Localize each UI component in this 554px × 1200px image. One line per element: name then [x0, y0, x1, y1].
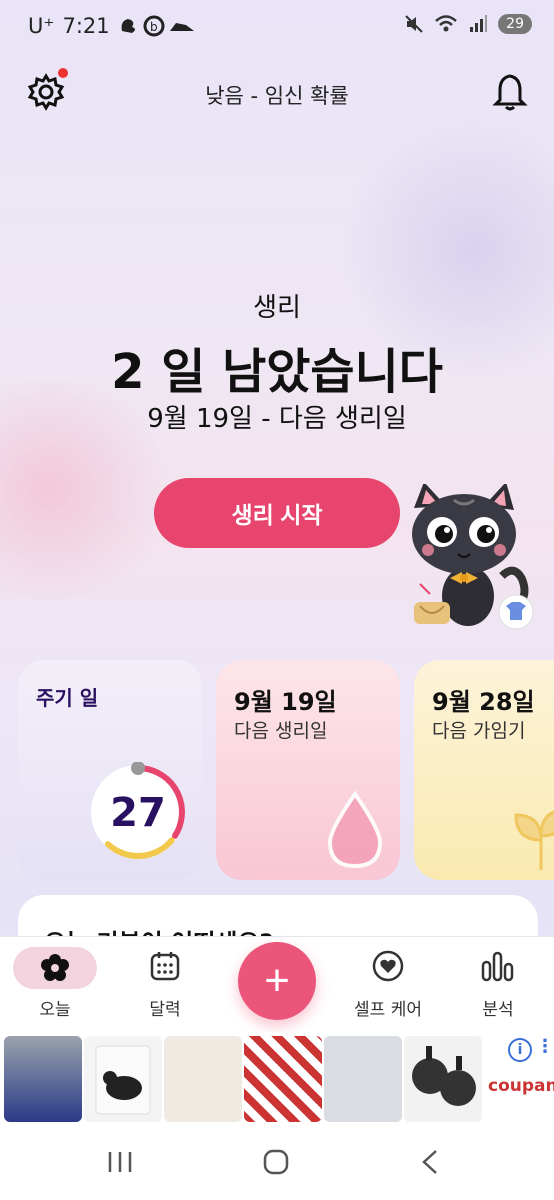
ad-image-pans[interactable]	[404, 1036, 482, 1122]
cat-mascot-icon[interactable]	[402, 484, 542, 634]
nav-item-analysis[interactable]: 분석	[448, 947, 548, 1020]
svg-text:b: b	[150, 20, 158, 34]
nav-label-today: 오늘	[39, 1000, 71, 1020]
next-fertile-card-subtitle: 다음 가임기	[432, 720, 526, 742]
nav-label-analysis: 분석	[482, 1000, 514, 1020]
bar-chart-icon	[481, 951, 514, 982]
notification-icons: b	[121, 15, 194, 37]
carrier-label: U⁺	[28, 14, 55, 38]
nav-item-calendar[interactable]: 달력	[115, 947, 215, 1020]
mute-icon	[405, 15, 423, 33]
nav-label-selfcare: 셀프 케어	[354, 1000, 422, 1020]
days-remaining: 2 일 남았습니다	[111, 344, 443, 400]
ad-image-dish-rack[interactable]	[4, 1036, 82, 1122]
next-fertile-card[interactable]: 9월 28일 다음 가임기	[414, 660, 554, 880]
start-period-button[interactable]: 생리 시작	[154, 478, 400, 548]
signal-icon	[470, 15, 488, 32]
flower-icon	[41, 954, 69, 981]
next-period-card-subtitle: 다음 생리일	[234, 720, 328, 742]
ad-brand-label[interactable]: coupang	[488, 1076, 554, 1096]
sprout-icon	[514, 810, 554, 870]
ad-more-icon[interactable]: ⋮	[536, 1036, 554, 1057]
add-log-button[interactable]: +	[238, 942, 316, 1020]
next-period-card[interactable]: 9월 19일 다음 생리일	[216, 660, 400, 880]
bell-icon[interactable]	[492, 72, 528, 112]
status-bar: U⁺ 7:21 b 29	[0, 0, 554, 56]
ad-image-bear-cup[interactable]	[84, 1036, 162, 1122]
ad-image-utensils[interactable]	[164, 1036, 242, 1122]
page-title: 낮음 - 임신 확률	[205, 84, 349, 108]
back-icon[interactable]	[410, 1144, 450, 1180]
next-fertile-card-title: 9월 28일	[432, 688, 535, 716]
next-period-date: 9월 19일 - 다음 생리일	[147, 404, 407, 434]
nav-item-today[interactable]: 오늘	[5, 947, 105, 1020]
ad-image-plates[interactable]	[244, 1036, 322, 1122]
system-navigation-bar	[0, 1124, 554, 1200]
next-period-card-title: 9월 19일	[234, 688, 337, 716]
bear-cup-icon	[95, 1045, 151, 1115]
battery-indicator: 29	[498, 14, 532, 34]
nav-item-selfcare[interactable]: 셀프 케어	[338, 947, 438, 1020]
cycle-day-number: 27	[110, 790, 166, 836]
nav-label-calendar: 달력	[149, 1000, 181, 1020]
ad-image-glasses[interactable]	[324, 1036, 402, 1122]
notification-dot	[58, 68, 68, 78]
calendar-icon	[150, 952, 180, 981]
ad-banner[interactable]	[0, 1032, 554, 1124]
home-icon[interactable]	[256, 1144, 296, 1180]
ad-info-icon[interactable]: i	[508, 1038, 532, 1062]
cycle-day-title: 주기 일	[36, 686, 99, 710]
wifi-icon	[435, 15, 458, 32]
clock: 7:21	[62, 14, 110, 38]
hero-label: 생리	[253, 293, 301, 323]
heart-icon	[372, 950, 404, 982]
frying-pan-icon	[412, 1046, 476, 1106]
recent-apps-icon[interactable]	[100, 1144, 140, 1180]
blood-drop-icon	[327, 790, 383, 869]
cycle-day-card[interactable]: 주기 일 27	[18, 660, 202, 880]
